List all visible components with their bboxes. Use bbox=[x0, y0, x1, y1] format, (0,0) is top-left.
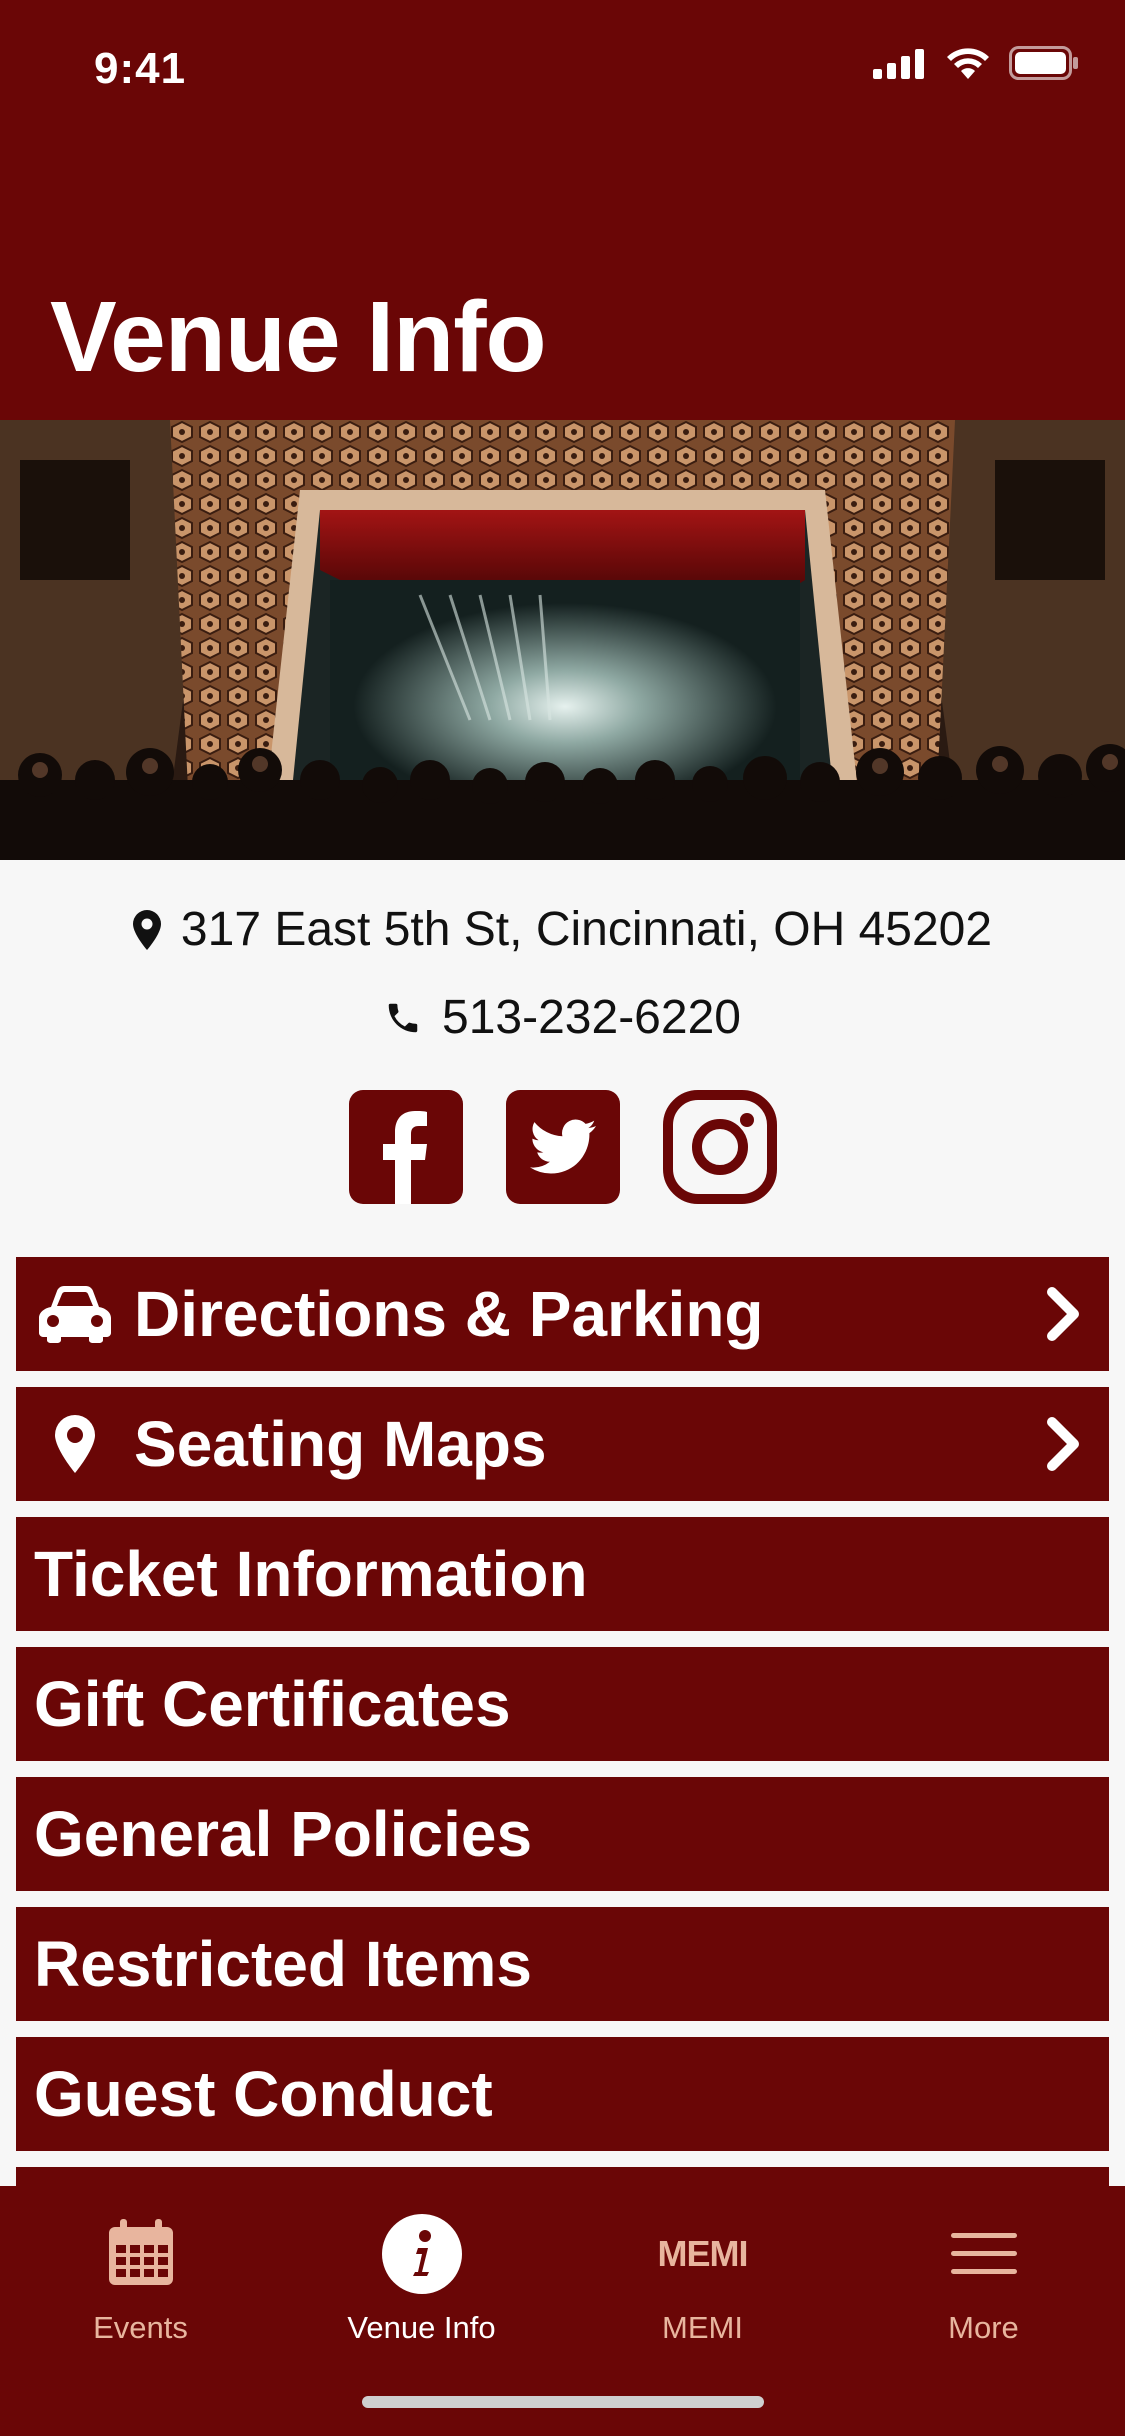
calendar-icon bbox=[108, 2219, 173, 2285]
info-icon bbox=[381, 2214, 462, 2294]
menu-item-guest-conduct[interactable]: Guest Conduct bbox=[16, 2037, 1109, 2151]
menu-item-label: Seating Maps bbox=[134, 1408, 547, 1480]
menu-item-directions-parking[interactable]: Directions & Parking bbox=[16, 1257, 1109, 1371]
menu-item-label: Restricted Items bbox=[34, 1928, 532, 2000]
menu-item-gift-certificates[interactable]: Gift Certificates bbox=[16, 1647, 1109, 1761]
instagram-button[interactable] bbox=[662, 1090, 777, 1204]
menu-item-label: General Policies bbox=[34, 1798, 533, 1870]
social-links bbox=[0, 1090, 1125, 1204]
tab-more[interactable]: More bbox=[843, 2210, 1124, 2360]
cellular-signal-icon bbox=[873, 49, 924, 79]
map-pin-icon bbox=[55, 1415, 95, 1473]
facebook-icon bbox=[348, 1090, 463, 1204]
menu-item-seating-maps[interactable]: Seating Maps bbox=[16, 1387, 1109, 1501]
venue-address: 317 East 5th St, Cincinnati, OH 45202 bbox=[180, 903, 993, 956]
status-icons bbox=[873, 46, 1079, 80]
facebook-button[interactable] bbox=[348, 1090, 463, 1204]
status-time: 9:41 bbox=[94, 44, 187, 93]
chevron-right-icon bbox=[1047, 1417, 1079, 1471]
tab-memi[interactable]: MEMI MEMI bbox=[562, 2210, 843, 2360]
twitter-button[interactable] bbox=[505, 1090, 620, 1204]
map-pin-icon bbox=[132, 909, 161, 950]
venue-info: 317 East 5th St, Cincinnati, OH 45202 51… bbox=[0, 860, 1125, 1260]
menu-item-label: Guest Conduct bbox=[34, 2058, 493, 2130]
tab-venue-info[interactable]: Venue Info bbox=[281, 2210, 562, 2360]
battery-icon bbox=[1009, 46, 1078, 80]
menu-item-label: Directions & Parking bbox=[134, 1278, 764, 1350]
tab-label: MEMI bbox=[662, 2310, 743, 2345]
venue-hero-image bbox=[0, 420, 1125, 860]
wifi-icon bbox=[947, 48, 989, 79]
menu-item-ticket-information[interactable]: Ticket Information bbox=[16, 1517, 1109, 1631]
tab-label: More bbox=[948, 2310, 1019, 2345]
tab-label: Events bbox=[93, 2310, 188, 2345]
address-row[interactable]: 317 East 5th St, Cincinnati, OH 45202 bbox=[0, 902, 1125, 957]
page-title: Venue Info bbox=[50, 281, 547, 393]
menu-item-label: Gift Certificates bbox=[34, 1668, 511, 1740]
hamburger-icon bbox=[950, 2233, 1017, 2274]
twitter-icon bbox=[505, 1090, 620, 1204]
tab-events[interactable]: Events bbox=[0, 2210, 281, 2360]
phone-row[interactable]: 513-232-6220 bbox=[0, 990, 1125, 1045]
instagram-icon bbox=[662, 1090, 777, 1204]
menu-item-restricted-items[interactable]: Restricted Items bbox=[16, 1907, 1109, 2021]
venue-phone: 513-232-6220 bbox=[442, 991, 741, 1044]
menu-item-label: Ticket Information bbox=[34, 1538, 588, 1610]
venue-menu: Directions & Parking Seating Maps Ticket… bbox=[16, 1257, 1109, 2297]
tab-label: Venue Info bbox=[347, 2310, 496, 2345]
home-indicator bbox=[362, 2396, 764, 2408]
chevron-right-icon bbox=[1047, 1287, 1079, 1341]
tab-bar: Events Venue Info MEMI MEMI More bbox=[0, 2186, 1125, 2436]
phone-icon bbox=[384, 999, 422, 1037]
menu-item-general-policies[interactable]: General Policies bbox=[16, 1777, 1109, 1891]
memi-logo-icon: MEMI bbox=[657, 2233, 749, 2274]
car-icon bbox=[39, 1286, 111, 1343]
header: 9:41 Venue Info bbox=[0, 0, 1125, 420]
